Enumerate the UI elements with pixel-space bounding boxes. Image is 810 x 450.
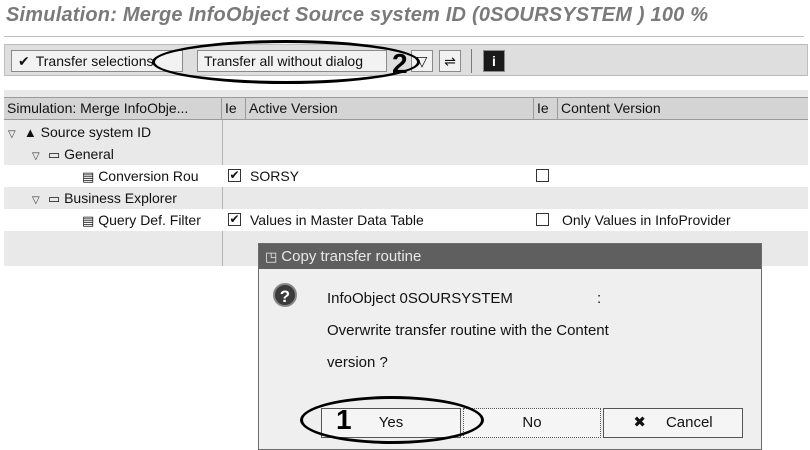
column-header-flag-active[interactable]: Ie xyxy=(222,98,246,119)
column-header-object[interactable]: Simulation: Merge InfoObje... xyxy=(4,98,222,119)
dialog-message-line1: InfoObject 0SOURSYSTEM xyxy=(327,290,513,307)
column-header-active-version[interactable]: Active Version xyxy=(246,98,534,119)
question-icon: ? xyxy=(273,283,297,307)
document-icon: ▤ xyxy=(82,169,95,184)
expand-triangle-icon[interactable]: ▽ xyxy=(8,124,20,143)
expand-triangle-icon[interactable]: ▽ xyxy=(32,190,44,209)
grid-header: Simulation: Merge InfoObje... Ie Active … xyxy=(4,97,808,120)
tree-node: ▤ Query Def. Filter xyxy=(82,209,222,231)
table-row[interactable]: ▽ ▭ Business Explorer xyxy=(4,187,808,209)
info-icon[interactable]: i xyxy=(483,50,505,72)
active-version-checkbox[interactable]: ✔ xyxy=(228,169,241,182)
content-version-value: Only Values in InfoProvider xyxy=(562,212,731,228)
cancel-x-icon: ✖ xyxy=(633,414,646,431)
transfer-selections-label: Transfer selections xyxy=(35,53,154,69)
table-row[interactable]: ▽ ▭ General xyxy=(4,143,808,165)
merge-tree-grid: Simulation: Merge InfoObje... Ie Active … xyxy=(4,90,808,266)
dialog-title: Copy transfer routine xyxy=(281,248,422,265)
callout-oval-yes xyxy=(300,396,484,444)
folder-icon: ▭ xyxy=(47,147,61,162)
checkmark-icon: ✔ xyxy=(18,53,30,69)
row-label: General xyxy=(64,146,114,162)
expand-triangle-icon[interactable]: ▽ xyxy=(32,146,44,165)
active-version-value: SORSY xyxy=(250,168,300,184)
tree-node: ▽ ▲ Source system ID xyxy=(8,121,151,143)
cancel-label: Cancel xyxy=(665,414,713,431)
row-label: Source system ID xyxy=(40,124,152,140)
expand-all-icon[interactable]: ⇌ xyxy=(439,50,461,72)
callout-number-one: 1 xyxy=(336,404,352,435)
page-title: Simulation: Merge InfoObject Source syst… xyxy=(6,4,709,26)
dialog-window-icon: ◳ xyxy=(265,249,278,264)
table-row[interactable]: ▽ ▲ Source system ID xyxy=(4,121,808,143)
callout-number-two: 2 xyxy=(392,48,408,79)
document-icon: ▤ xyxy=(82,213,95,228)
row-label: Conversion Rou xyxy=(98,168,199,184)
table-row[interactable]: ▤ Query Def. Filter ✔ Values in Master D… xyxy=(4,209,808,231)
tree-node: ▤ Conversion Rou xyxy=(82,165,222,187)
active-version-checkbox[interactable]: ✔ xyxy=(228,213,241,226)
row-label: Query Def. Filter xyxy=(98,212,201,228)
column-header-flag-content[interactable]: Ie xyxy=(534,98,558,119)
tree-node: ▽ ▭ Business Explorer xyxy=(32,187,177,209)
hierarchy-icon: ▲ xyxy=(23,125,37,140)
content-version-checkbox[interactable] xyxy=(536,213,549,226)
no-button[interactable]: No xyxy=(463,408,601,438)
tree-node: ▽ ▭ General xyxy=(32,143,114,165)
title-divider xyxy=(4,36,804,37)
active-version-value: Values in Master Data Table xyxy=(250,212,424,228)
dialog-message-line2: Overwrite transfer routine with the Cont… xyxy=(327,322,609,339)
callout-oval-transfer-all xyxy=(152,40,420,84)
dialog-message-line3: version ? xyxy=(327,354,388,371)
content-version-checkbox[interactable] xyxy=(536,169,549,182)
toolbar-separator xyxy=(471,49,472,73)
dialog-message-colon: : xyxy=(597,290,602,307)
cancel-button[interactable]: ✖ Cancel xyxy=(603,408,743,438)
folder-open-icon: ▭ xyxy=(47,191,61,206)
row-label: Business Explorer xyxy=(64,190,177,206)
dialog-titlebar[interactable]: ◳ Copy transfer routine xyxy=(259,244,761,269)
column-header-content-version[interactable]: Content Version xyxy=(558,98,808,119)
table-row[interactable]: ▤ Conversion Rou ✔ SORSY xyxy=(4,165,808,187)
